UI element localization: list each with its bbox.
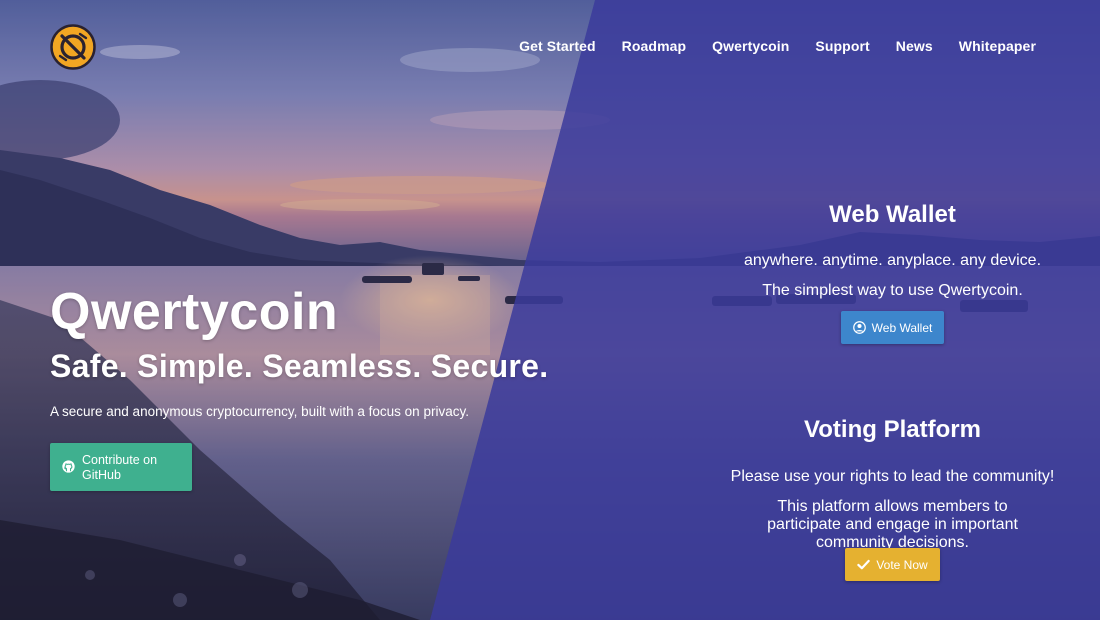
- vote-now-button-label: Vote Now: [876, 557, 928, 572]
- vote-now-button[interactable]: Vote Now: [845, 548, 940, 581]
- contribute-github-label: Contribute on GitHub: [82, 453, 158, 482]
- web-wallet-button-label: Web Wallet: [871, 320, 933, 335]
- web-wallet-title: Web Wallet: [829, 200, 956, 228]
- web-wallet-button[interactable]: Web Wallet: [841, 311, 944, 344]
- nav-get-started[interactable]: Get Started: [519, 38, 596, 54]
- hero-title: Qwertycoin: [50, 283, 339, 341]
- nav-news[interactable]: News: [896, 38, 933, 54]
- voting-platform-text: This platform allows members to particip…: [767, 498, 1018, 551]
- user-circle-icon: [852, 321, 866, 334]
- voting-platform-subtitle: Please use your rights to lead the commu…: [730, 468, 1055, 485]
- contribute-github-button[interactable]: Contribute on GitHub: [50, 443, 192, 491]
- web-wallet-text: The simplest way to use Qwertycoin.: [762, 282, 1023, 299]
- hero-tagline: Safe. Simple. Seamless. Secure.: [50, 348, 549, 384]
- page: Get Started Roadmap Qwertycoin Support N…: [0, 0, 1100, 620]
- top-nav: Get Started Roadmap Qwertycoin Support N…: [519, 38, 1036, 54]
- qwertycoin-logo-icon[interactable]: [50, 24, 96, 70]
- nav-whitepaper[interactable]: Whitepaper: [959, 38, 1036, 54]
- nav-qwertycoin[interactable]: Qwertycoin: [712, 38, 789, 54]
- web-wallet-subtitle: anywhere. anytime. anyplace. any device.: [743, 252, 1042, 269]
- nav-roadmap[interactable]: Roadmap: [622, 38, 687, 54]
- nav-support[interactable]: Support: [815, 38, 869, 54]
- github-icon: [62, 460, 75, 473]
- voting-platform-title: Voting Platform: [804, 415, 981, 443]
- hero-description: A secure and anonymous cryptocurrency, b…: [50, 404, 469, 419]
- check-icon: [857, 559, 871, 570]
